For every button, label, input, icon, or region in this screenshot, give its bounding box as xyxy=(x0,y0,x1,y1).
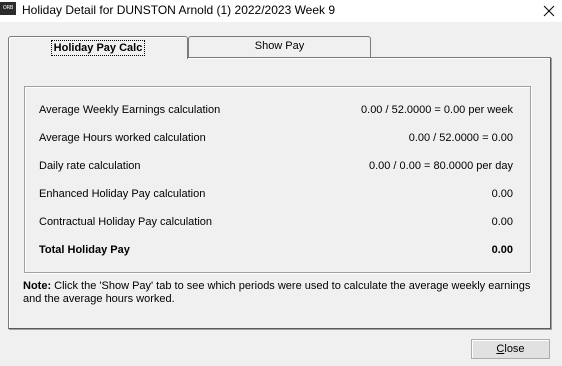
calc-value: 0.00 xyxy=(491,188,513,200)
dialog-client-area: Holiday Pay Calc Show Pay Average Weekly… xyxy=(0,22,562,366)
tab-show-pay[interactable]: Show Pay xyxy=(188,36,371,57)
close-icon xyxy=(543,5,555,17)
total-label: Total Holiday Pay xyxy=(39,244,130,256)
close-button-label: Close xyxy=(496,343,525,355)
calculation-group: Average Weekly Earnings calculation 0.00… xyxy=(24,86,531,273)
calc-label: Average Hours worked calculation xyxy=(39,132,206,144)
calc-label: Contractual Holiday Pay calculation xyxy=(39,216,213,228)
title-bar: ORB Holiday Detail for DUNSTON Arnold (1… xyxy=(0,0,562,22)
close-button[interactable]: Close xyxy=(471,339,550,359)
calc-row-enhanced-holiday-pay: Enhanced Holiday Pay calculation 0.00 xyxy=(39,188,513,204)
tab-holiday-pay-calc-label: Holiday Pay Calc xyxy=(50,40,146,56)
calc-row-daily-rate: Daily rate calculation 0.00 / 0.00 = 80.… xyxy=(39,160,513,176)
holiday-pay-calc-panel: Average Weekly Earnings calculation 0.00… xyxy=(8,57,551,329)
note-body: Click the 'Show Pay' tab to see which pe… xyxy=(23,280,531,305)
tab-holiday-pay-calc[interactable]: Holiday Pay Calc xyxy=(8,36,188,59)
calc-row-average-weekly-earnings: Average Weekly Earnings calculation 0.00… xyxy=(39,104,513,120)
note-text: Note: Click the 'Show Pay' tab to see wh… xyxy=(23,280,533,306)
calc-label: Daily rate calculation xyxy=(39,160,141,172)
note-prefix: Note: xyxy=(23,280,52,292)
calc-row-average-hours-worked: Average Hours worked calculation 0.00 / … xyxy=(39,132,513,148)
calc-value: 0.00 / 52.0000 = 0.00 xyxy=(408,132,513,144)
window-close-button[interactable] xyxy=(540,2,558,20)
app-icon: ORB xyxy=(0,2,16,15)
calc-row-total-holiday-pay: Total Holiday Pay 0.00 xyxy=(39,244,513,260)
calc-label: Enhanced Holiday Pay calculation xyxy=(39,188,206,200)
calc-label: Average Weekly Earnings calculation xyxy=(39,104,221,116)
tab-show-pay-label: Show Pay xyxy=(254,40,305,52)
calc-value: 0.00 xyxy=(491,216,513,228)
calc-value: 0.00 / 0.00 = 80.0000 per day xyxy=(368,160,513,172)
calc-value: 0.00 / 52.0000 = 0.00 per week xyxy=(361,104,513,116)
total-value: 0.00 xyxy=(491,244,513,256)
calc-row-contractual-holiday-pay: Contractual Holiday Pay calculation 0.00 xyxy=(39,216,513,232)
window-title: Holiday Detail for DUNSTON Arnold (1) 20… xyxy=(22,3,336,17)
